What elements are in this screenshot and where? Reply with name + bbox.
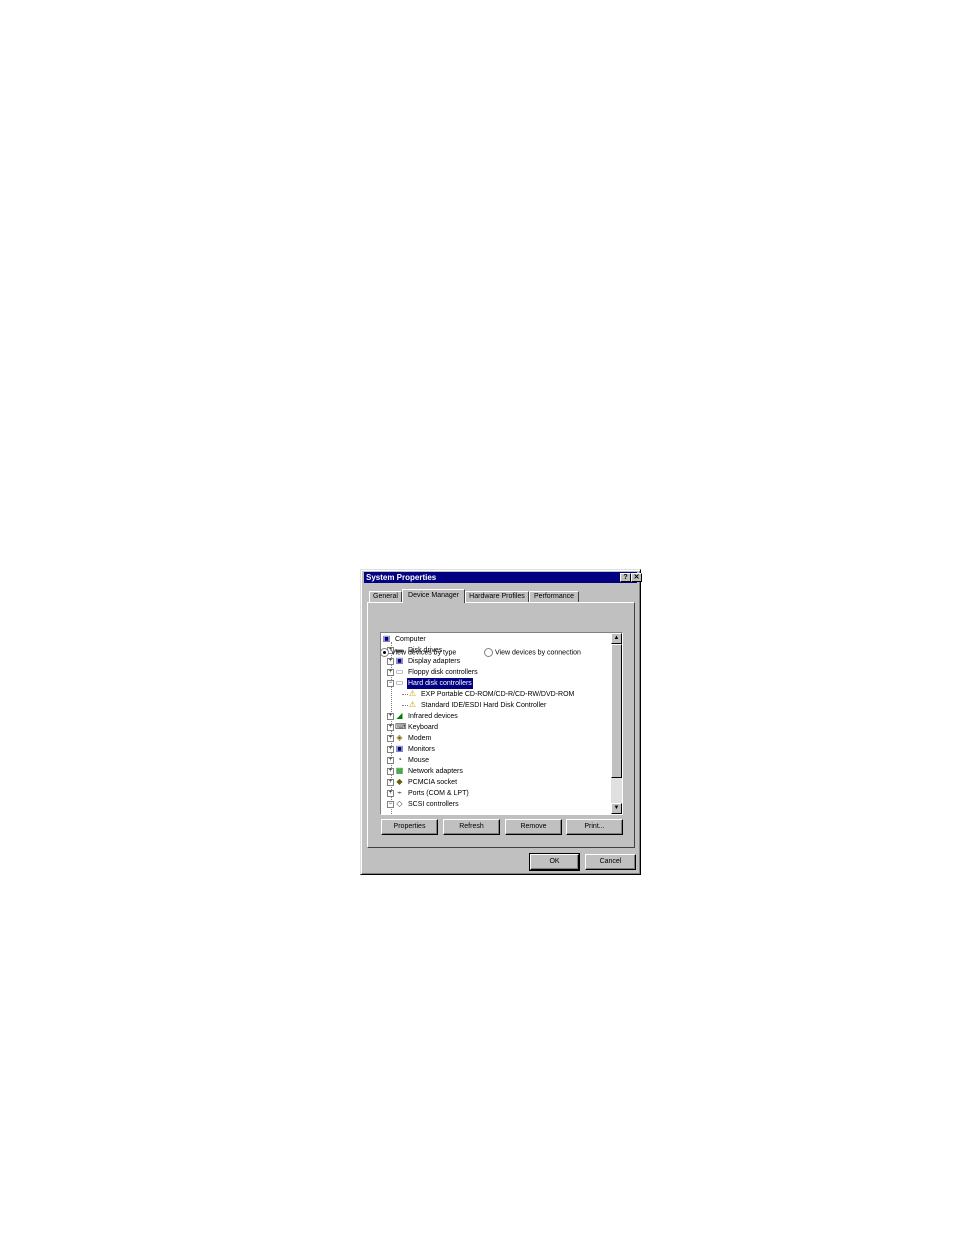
device-manager-panel: View devices by type View devices by con… (367, 602, 635, 848)
view-by-type-label: View devices by type (391, 649, 457, 657)
tab-performance[interactable]: Performance (529, 591, 579, 602)
view-by-type-radio[interactable]: View devices by type (380, 648, 456, 658)
ok-button[interactable]: OK (529, 853, 580, 871)
radio-selected-icon (380, 648, 389, 657)
view-by-connection-label: View devices by connection (495, 649, 581, 657)
close-icon: ✕ (633, 574, 640, 581)
help-button[interactable]: ? (620, 573, 631, 582)
window-title: System Properties (366, 573, 437, 582)
radio-unselected-icon (484, 648, 493, 657)
system-properties-dialog: System Properties ? ✕ General Device Man… (360, 569, 642, 875)
close-button[interactable]: ✕ (631, 573, 642, 582)
title-bar[interactable]: System Properties ? ✕ (364, 572, 642, 583)
tab-hardware-profiles[interactable]: Hardware Profiles (465, 591, 529, 602)
help-icon: ? (623, 574, 628, 581)
cancel-button[interactable]: Cancel (585, 854, 636, 870)
tab-general[interactable]: General (369, 591, 402, 602)
view-by-connection-radio[interactable]: View devices by connection (484, 648, 581, 658)
tab-device-manager[interactable]: Device Manager (402, 589, 465, 603)
